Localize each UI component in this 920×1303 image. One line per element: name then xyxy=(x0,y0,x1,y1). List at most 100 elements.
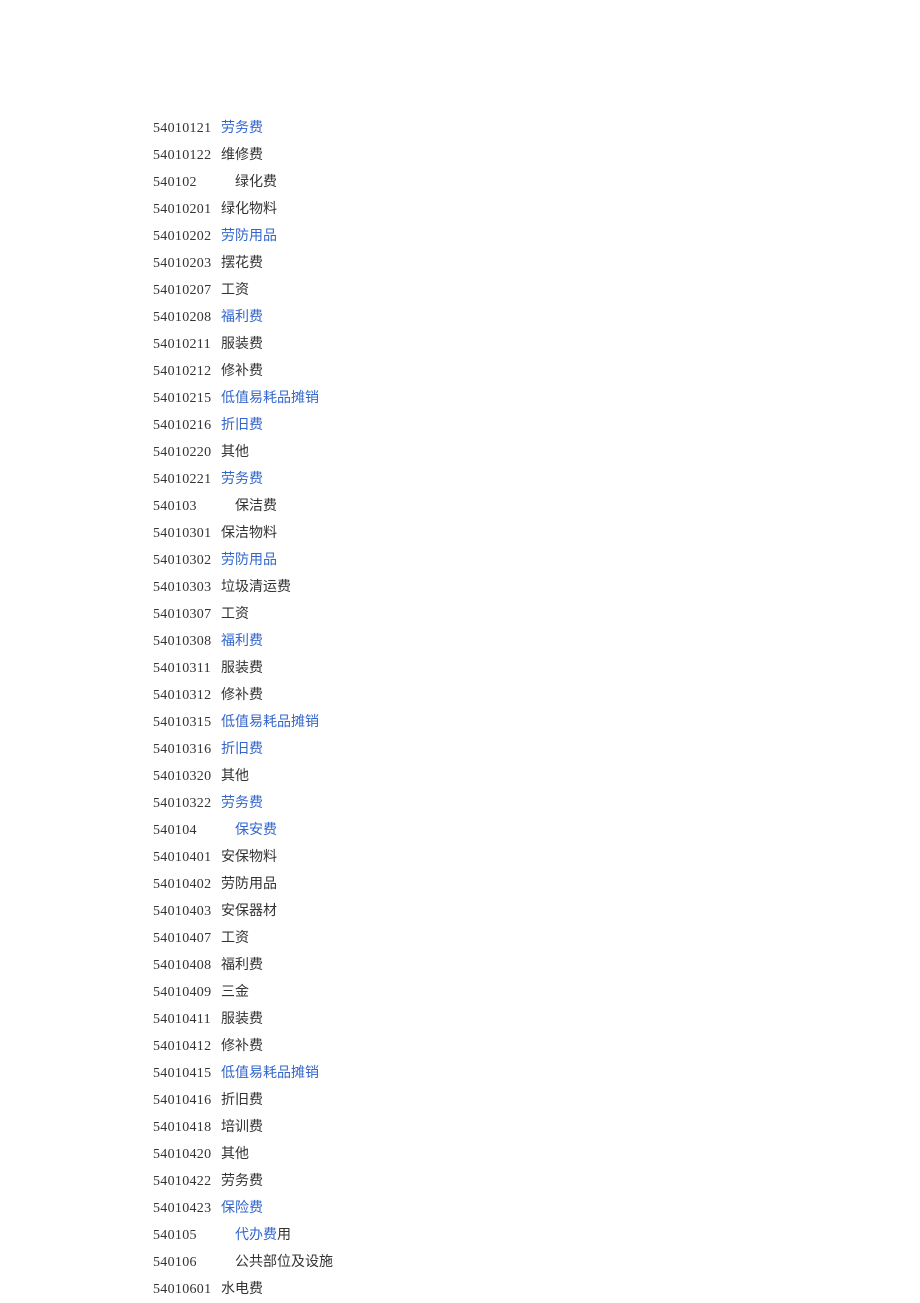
account-code: 540105 xyxy=(153,1222,219,1249)
account-label[interactable]: 劳防用品 xyxy=(221,547,277,574)
account-label[interactable]: 折旧费 xyxy=(221,736,263,763)
account-code: 540106 xyxy=(153,1249,219,1276)
list-item: 54010211服装费 xyxy=(153,331,920,358)
account-label: 培训费 xyxy=(221,1114,263,1141)
account-label-suffix: 用 xyxy=(277,1222,291,1249)
account-label: 其他 xyxy=(221,763,249,790)
account-code: 54010207 xyxy=(153,277,219,304)
list-item: 54010422劳务费 xyxy=(153,1168,920,1195)
account-code: 54010303 xyxy=(153,574,219,601)
account-code-list: 54010121劳务费54010122维修费540102绿化费54010201绿… xyxy=(0,0,920,1303)
account-code: 54010322 xyxy=(153,790,219,817)
account-code: 54010202 xyxy=(153,223,219,250)
list-item: 54010420其他 xyxy=(153,1141,920,1168)
account-label: 水电费 xyxy=(221,1276,263,1303)
account-code: 54010601 xyxy=(153,1276,219,1303)
account-code: 54010221 xyxy=(153,466,219,493)
list-item: 54010122维修费 xyxy=(153,142,920,169)
account-label: 修补费 xyxy=(221,1033,263,1060)
account-code: 54010422 xyxy=(153,1168,219,1195)
account-label: 折旧费 xyxy=(221,1087,263,1114)
list-item: 540106公共部位及设施 xyxy=(153,1249,920,1276)
account-code: 54010415 xyxy=(153,1060,219,1087)
account-label[interactable]: 劳防用品 xyxy=(221,223,277,250)
account-label: 安保器材 xyxy=(221,898,277,925)
account-code: 54010220 xyxy=(153,439,219,466)
list-item: 54010212修补费 xyxy=(153,358,920,385)
account-label[interactable]: 劳务费 xyxy=(221,466,263,493)
list-item: 54010601水电费 xyxy=(153,1276,920,1303)
account-label[interactable]: 折旧费 xyxy=(221,412,263,439)
account-code: 54010411 xyxy=(153,1006,219,1033)
account-code: 54010215 xyxy=(153,385,219,412)
account-label: 保洁物料 xyxy=(221,520,277,547)
account-label: 服装费 xyxy=(221,655,263,682)
list-item: 54010402劳防用品 xyxy=(153,871,920,898)
list-item: 54010303垃圾清运费 xyxy=(153,574,920,601)
account-label[interactable]: 保险费 xyxy=(221,1195,263,1222)
account-label: 修补费 xyxy=(221,682,263,709)
account-label[interactable]: 福利费 xyxy=(221,304,263,331)
account-code: 54010407 xyxy=(153,925,219,952)
account-label[interactable]: 低值易耗品摊销 xyxy=(221,385,319,412)
account-code: 54010307 xyxy=(153,601,219,628)
account-label: 保洁费 xyxy=(235,493,277,520)
list-item: 54010203摆花费 xyxy=(153,250,920,277)
account-code: 54010208 xyxy=(153,304,219,331)
account-label[interactable]: 劳务费 xyxy=(221,115,263,142)
account-code: 54010312 xyxy=(153,682,219,709)
account-label: 绿化物料 xyxy=(221,196,277,223)
account-code: 54010420 xyxy=(153,1141,219,1168)
list-item: 54010403安保器材 xyxy=(153,898,920,925)
list-item: 54010408福利费 xyxy=(153,952,920,979)
list-item: 54010216折旧费 xyxy=(153,412,920,439)
list-item: 54010207工资 xyxy=(153,277,920,304)
list-item: 54010407工资 xyxy=(153,925,920,952)
list-item: 54010418培训费 xyxy=(153,1114,920,1141)
list-item: 54010415低值易耗品摊销 xyxy=(153,1060,920,1087)
account-code: 54010412 xyxy=(153,1033,219,1060)
list-item: 54010311服装费 xyxy=(153,655,920,682)
account-code: 54010308 xyxy=(153,628,219,655)
account-code: 54010320 xyxy=(153,763,219,790)
account-label[interactable]: 低值易耗品摊销 xyxy=(221,1060,319,1087)
list-item: 54010312修补费 xyxy=(153,682,920,709)
list-item: 540105 代办费用 xyxy=(153,1222,920,1249)
list-item: 54010202劳防用品 xyxy=(153,223,920,250)
list-item: 540102绿化费 xyxy=(153,169,920,196)
account-code: 540103 xyxy=(153,493,219,520)
list-item: 54010412修补费 xyxy=(153,1033,920,1060)
account-label: 其他 xyxy=(221,439,249,466)
list-item: 54010201绿化物料 xyxy=(153,196,920,223)
list-item: 54010401安保物料 xyxy=(153,844,920,871)
account-code: 54010423 xyxy=(153,1195,219,1222)
account-code: 54010403 xyxy=(153,898,219,925)
account-code: 54010401 xyxy=(153,844,219,871)
list-item: 54010315低值易耗品摊销 xyxy=(153,709,920,736)
list-item: 54010208福利费 xyxy=(153,304,920,331)
account-label[interactable]: 代办费 xyxy=(235,1222,277,1249)
list-item: 54010423保险费 xyxy=(153,1195,920,1222)
list-item: 54010215低值易耗品摊销 xyxy=(153,385,920,412)
account-label[interactable]: 福利费 xyxy=(221,628,263,655)
account-label[interactable]: 低值易耗品摊销 xyxy=(221,709,319,736)
account-label[interactable]: 保安费 xyxy=(235,817,277,844)
list-item: 54010322劳务费 xyxy=(153,790,920,817)
account-label: 福利费 xyxy=(221,952,263,979)
account-code: 54010302 xyxy=(153,547,219,574)
list-item: 54010302劳防用品 xyxy=(153,547,920,574)
account-label[interactable]: 劳务费 xyxy=(221,790,263,817)
account-label: 摆花费 xyxy=(221,250,263,277)
list-item: 540103 保洁费 xyxy=(153,493,920,520)
account-code: 54010409 xyxy=(153,979,219,1006)
list-item: 54010121劳务费 xyxy=(153,115,920,142)
account-label: 工资 xyxy=(221,277,249,304)
account-label: 垃圾清运费 xyxy=(221,574,291,601)
list-item: 54010411服装费 xyxy=(153,1006,920,1033)
account-code: 540102 xyxy=(153,169,219,196)
list-item: 54010308福利费 xyxy=(153,628,920,655)
account-code: 54010121 xyxy=(153,115,219,142)
account-code: 54010316 xyxy=(153,736,219,763)
account-label: 服装费 xyxy=(221,331,263,358)
list-item: 54010301保洁物料 xyxy=(153,520,920,547)
